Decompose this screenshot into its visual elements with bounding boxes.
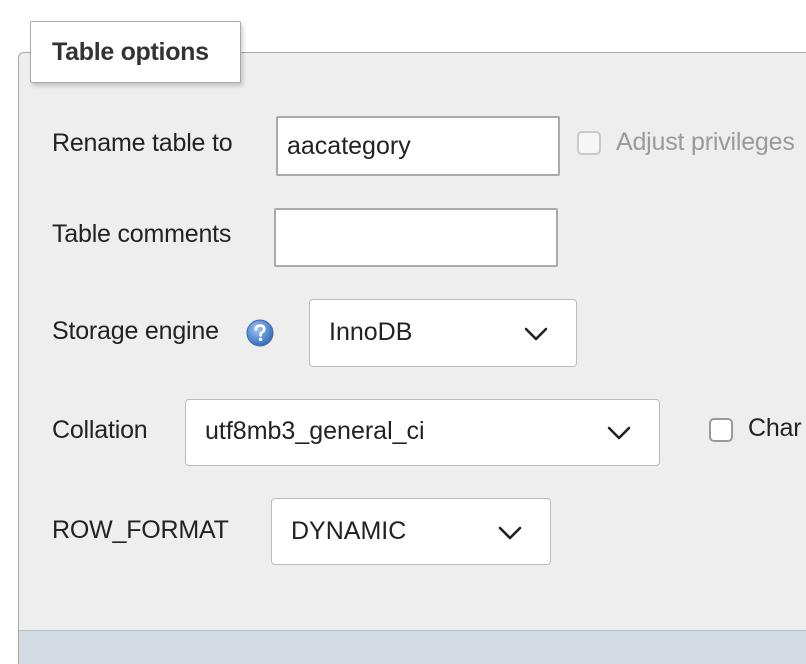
storage-engine-label: Storage engine (52, 317, 219, 345)
adjust-privileges-label: Adjust privileges (616, 128, 795, 156)
storage-engine-value: InnoDB (329, 318, 413, 346)
chevron-down-icon (498, 526, 522, 540)
rename-table-input[interactable] (276, 116, 560, 176)
table-options-legend: Table options (30, 21, 241, 83)
fieldset-footer-bar (19, 630, 806, 664)
rename-table-label: Rename table to (52, 129, 233, 157)
row-format-label: ROW_FORMAT (52, 516, 229, 544)
table-comments-label: Table comments (52, 220, 232, 248)
storage-engine-select[interactable]: InnoDB (309, 299, 577, 367)
row-format-select[interactable]: DYNAMIC (271, 498, 551, 565)
change-all-columns-checkbox[interactable] (709, 418, 733, 442)
collation-select[interactable]: utf8mb3_general_ci (185, 399, 660, 466)
chevron-down-icon (607, 426, 631, 440)
collation-label: Collation (52, 416, 148, 444)
table-options-page: Table options Rename table to Adjust pri… (0, 0, 806, 664)
change-all-columns-label: Char (748, 414, 802, 442)
collation-value: utf8mb3_general_ci (205, 417, 425, 445)
adjust-privileges-checkbox[interactable] (577, 131, 601, 155)
row-format-value: DYNAMIC (291, 517, 407, 545)
table-comments-input[interactable] (274, 208, 558, 267)
help-icon[interactable] (245, 318, 275, 348)
chevron-down-icon (524, 327, 548, 341)
